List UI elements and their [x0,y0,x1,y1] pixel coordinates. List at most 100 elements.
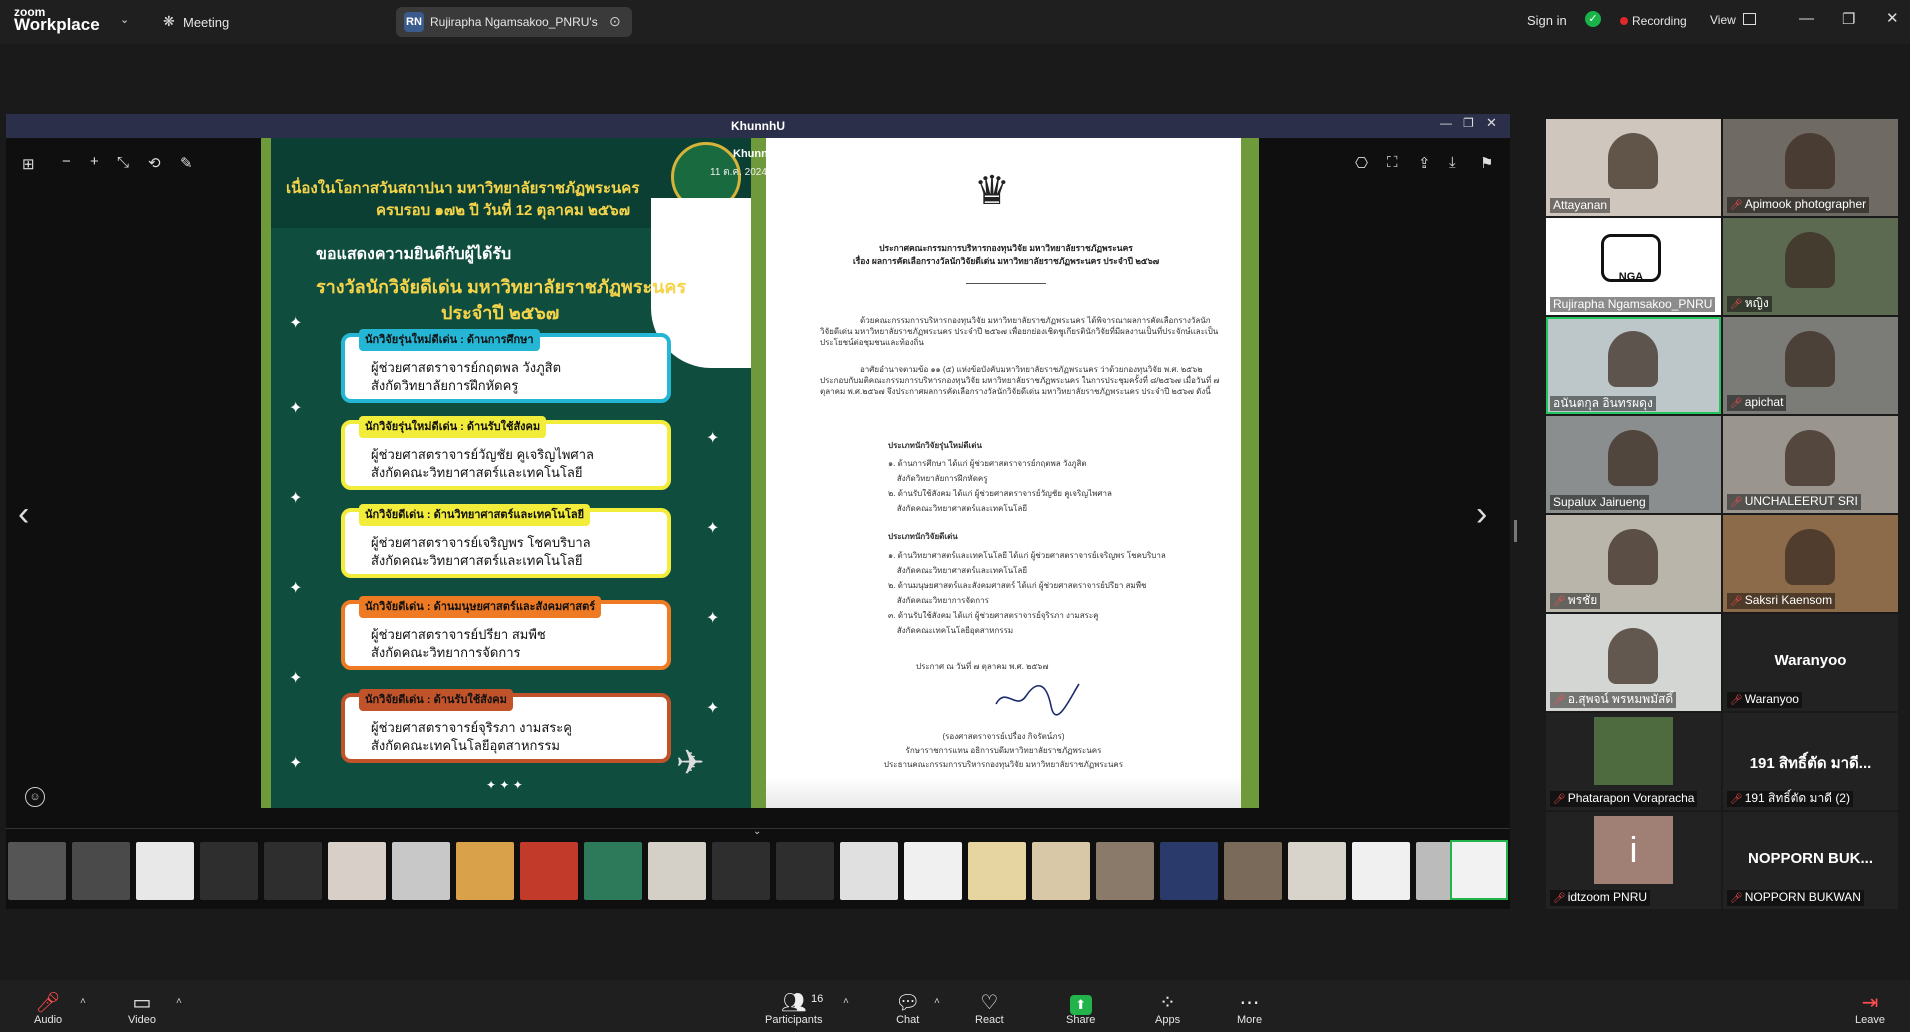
filmstrip-thumb[interactable] [1160,842,1218,900]
participant-tile[interactable]: Supalux Jairueng [1546,416,1721,513]
paw-icon: ❋ [163,13,175,29]
close-icon[interactable]: ✕ [1886,9,1899,27]
magic-wand-icon[interactable]: ✎ [180,154,193,172]
participant-tile[interactable]: 🎤︎ Apimook photographer [1723,119,1898,216]
poster-border-left [261,138,271,808]
chat-button[interactable]: 💬︎ Chat [895,992,920,1026]
participant-tile[interactable]: i 🎤︎ idtzoom PNRU [1546,812,1721,909]
upload-icon[interactable]: ⇪ [1418,154,1431,172]
filmstrip-thumb[interactable] [776,842,834,900]
award-card-affiliation: สังกัดวิทยาลัยการฝึกหัดครู [371,378,519,393]
filmstrip-thumb[interactable] [520,842,578,900]
filmstrip-thumb[interactable] [264,842,322,900]
bottom-toolbar [0,980,1910,1032]
share-minimize-icon[interactable]: — [1440,116,1452,130]
filmstrip-thumb[interactable] [712,842,770,900]
text-recognition-icon[interactable]: ⎔ [1355,154,1368,172]
apps-button[interactable]: ⁘ Apps [1155,992,1180,1026]
zoom-in-icon[interactable]: + [90,153,99,170]
participant-tile[interactable]: 🎤︎ UNCHALEERUT SRI [1723,416,1898,513]
filmstrip-thumb[interactable] [1224,842,1282,900]
video-options-caret-icon[interactable]: ˄ [176,996,182,1007]
filmstrip-thumb[interactable] [1032,842,1090,900]
minimize-icon[interactable]: — [1799,10,1814,27]
filmstrip-thumb[interactable] [1288,842,1346,900]
participant-tile[interactable]: อนันตกุล อินทรผดุง [1546,317,1721,414]
chevron-down-icon[interactable]: ⌄ [120,13,129,26]
filmstrip-thumb[interactable] [392,842,450,900]
participant-tile[interactable]: Waranyoo 🎤︎ Waranyoo [1723,614,1898,711]
filmstrip-thumb[interactable] [136,842,194,900]
filmstrip-thumb[interactable] [8,842,66,900]
share-tab[interactable]: RN Rujirapha Ngamsakoo_PNRU's sc ⊙ [396,7,632,37]
chat-caret-icon[interactable]: ˄ [934,996,940,1007]
expand-icon[interactable]: ⤡ [117,154,129,171]
participant-tile[interactable]: 🎤︎ อ.สุพจน์ พรหมพมัสดิ์ [1546,614,1721,711]
video-button[interactable]: ▭ Video [128,992,156,1026]
participant-tile[interactable]: 🎤︎ หญิง [1723,218,1898,315]
filmstrip-thumb[interactable] [584,842,642,900]
next-arrow-icon[interactable]: › [1476,495,1487,534]
recording-label[interactable]: Recording [1632,14,1687,28]
participant-tile[interactable]: NGA Rujirapha Ngamsakoo_PNRU [1546,218,1721,315]
share-label: Share [1066,1014,1096,1026]
collapse-chevron-icon[interactable]: ⌄ [753,826,761,837]
participant-tile[interactable]: 🎤︎ พรชัย [1546,515,1721,612]
participant-video [1608,133,1658,189]
filmstrip-thumb[interactable] [456,842,514,900]
heart-icon: ♡ [980,992,999,1014]
emoji-icon[interactable]: ☺ [25,787,45,807]
paper-plane-icon: ✈ [676,744,705,782]
filmstrip-thumb-active[interactable] [1450,840,1508,900]
share-restore-icon[interactable]: ❐ [1463,116,1474,130]
poster-award-title: รางวัลนักวิจัยดีเด่น มหาวิทยาลัยราชภัฏพร… [316,277,687,297]
grid-view-icon[interactable] [1743,13,1756,25]
scan-icon[interactable]: ⛶ [1387,154,1398,171]
participant-tile[interactable]: NOPPORN BUK... 🎤︎ NOPPORN BUKWAN [1723,812,1898,909]
participants-caret-icon[interactable]: ˄ [843,996,849,1007]
grid-icon[interactable]: ⊞ [22,155,35,173]
participant-tile[interactable]: 🎤︎ Phatarapon Vorapracha [1546,713,1721,810]
audio-button[interactable]: 🎤︎ Audio [34,992,62,1026]
filmstrip-thumb[interactable] [840,842,898,900]
filmstrip-thumb[interactable] [968,842,1026,900]
audio-options-caret-icon[interactable]: ˄ [80,996,86,1007]
participant-name: 🎤︎ Phatarapon Vorapracha [1550,791,1698,807]
sign-in-link[interactable]: Sign in [1527,13,1567,28]
share-button[interactable]: ⬆ Share [1066,992,1095,1026]
filmstrip-thumb[interactable] [328,842,386,900]
more-options-icon[interactable]: ⊙ [609,13,621,30]
shield-check-icon[interactable]: ✓ [1585,11,1601,27]
filmstrip-thumb[interactable] [72,842,130,900]
react-button[interactable]: ♡ React [975,992,1004,1026]
mic-muted-icon: 🎤︎ [1730,596,1743,607]
prev-arrow-icon[interactable]: ‹ [18,495,29,534]
rotate-icon[interactable]: ⟲ [148,154,161,172]
participant-name: 🎤︎ NOPPORN BUKWAN [1727,890,1864,906]
participant-tile[interactable]: 🎤︎ Saksri Kaensom [1723,515,1898,612]
share-close-icon[interactable]: ✕ [1486,115,1497,131]
restore-icon[interactable]: ❐ [1842,10,1855,28]
participant-tile[interactable]: Attayanan [1546,119,1721,216]
poster-banner-line1: เนื่องในโอกาสวันสถาปนา มหาวิทยาลัยราชภัฏ… [286,180,640,197]
filmstrip-thumb[interactable] [200,842,258,900]
zoom-out-icon[interactable]: − [62,153,71,170]
award-card-tag: นักวิจัยดีเด่น : ด้านมนุษยศาสตร์และสังคม… [359,596,602,618]
doc-list-item: ๒. ด้านรับใช้สังคม ได้แก่ ผู้ช่วยศาสตราจ… [888,489,1112,498]
mic-muted-icon: 🎤︎ [1730,497,1743,508]
participant-tile[interactable]: 🎤︎ apichat [1723,317,1898,414]
view-button[interactable]: View [1710,13,1736,27]
bookmark-icon[interactable]: ⚑ [1480,154,1493,172]
doc-bottom-fade [766,778,1241,808]
leave-button[interactable]: ⇥ Leave [1855,992,1885,1026]
filmstrip-thumb[interactable] [1096,842,1154,900]
download-icon[interactable]: ⤓ [1449,154,1456,171]
filmstrip-thumb[interactable] [1352,842,1410,900]
award-card-name: ผู้ช่วยศาสตราจารย์จุริรภา งามสระคู [371,720,572,735]
mic-muted-icon: 🎤︎ [35,992,61,1014]
participant-tile[interactable]: 191 สิทธิ์ตัด มาดี... 🎤︎ 191 สิทธิ์ตัด มาด… [1723,713,1898,810]
panel-resize-handle[interactable] [1514,520,1517,542]
filmstrip-thumb[interactable] [904,842,962,900]
more-button[interactable]: ⋯ More [1237,992,1262,1026]
filmstrip-thumb[interactable] [648,842,706,900]
